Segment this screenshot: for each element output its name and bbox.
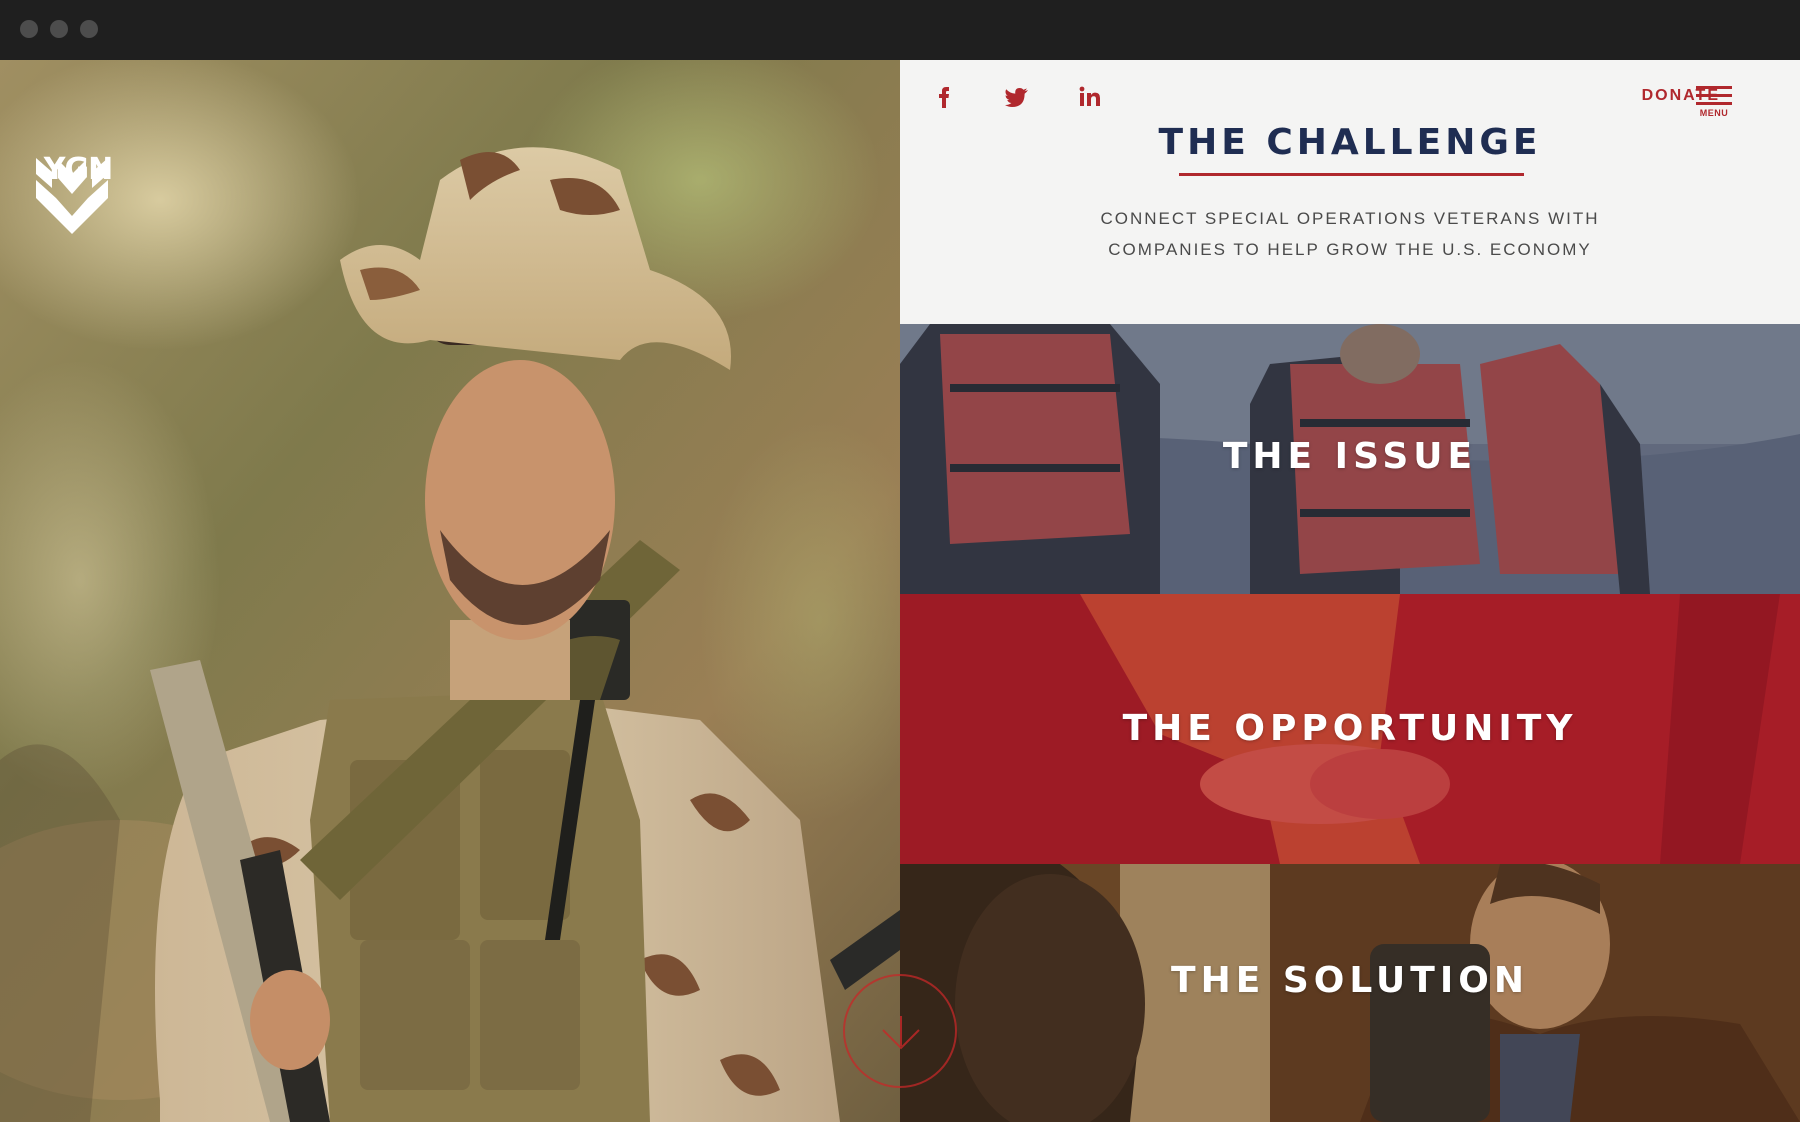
- tile-label-issue: THE ISSUE: [1222, 436, 1478, 477]
- linkedin-link[interactable]: [1075, 82, 1105, 112]
- ygn-logo[interactable]: YGN: [36, 154, 120, 272]
- window-maximize-button[interactable]: [80, 20, 98, 38]
- content-panel: DONATE MENU THE CHALLENGE CONNECT SPECIA…: [900, 60, 1800, 1122]
- title-underline: [1179, 173, 1524, 176]
- facebook-link[interactable]: [930, 82, 960, 112]
- menu-button[interactable]: MENU: [1696, 86, 1746, 126]
- tile-the-opportunity[interactable]: THE OPPORTUNITY: [900, 594, 1800, 864]
- soldier-photo: [0, 60, 900, 1122]
- facebook-icon: [939, 87, 949, 108]
- challenge-section: DONATE MENU THE CHALLENGE CONNECT SPECIA…: [900, 60, 1800, 324]
- twitter-link[interactable]: [1002, 82, 1032, 112]
- challenge-title: THE CHALLENGE: [1158, 122, 1542, 163]
- twitter-icon: [1005, 88, 1028, 107]
- challenge-subtitle: CONNECT SPECIAL OPERATIONS VETERANS WITH…: [900, 203, 1800, 265]
- menu-label: MENU: [1699, 108, 1729, 118]
- hamburger-bar: [1696, 94, 1732, 97]
- logo-chevron-icon: [36, 158, 108, 234]
- browser-window: YGN: [0, 0, 1800, 1122]
- browser-title-bar: [0, 0, 1800, 60]
- hamburger-icon: [1696, 86, 1732, 89]
- tile-the-issue[interactable]: THE ISSUE: [900, 324, 1800, 594]
- subtitle-line-1: CONNECT SPECIAL OPERATIONS VETERANS WITH: [1100, 209, 1600, 228]
- tile-label-opportunity: THE OPPORTUNITY: [1122, 708, 1578, 749]
- tile-the-solution[interactable]: THE SOLUTION: [900, 864, 1800, 1122]
- arrow-down-icon: [882, 1016, 920, 1050]
- window-minimize-button[interactable]: [50, 20, 68, 38]
- tile-label-solution: THE SOLUTION: [1171, 960, 1529, 1001]
- hamburger-bar: [1696, 102, 1732, 105]
- linkedin-icon: [1079, 86, 1100, 106]
- hero-image: YGN: [0, 60, 900, 1122]
- window-close-button[interactable]: [20, 20, 38, 38]
- subtitle-line-2: COMPANIES TO HELP GROW THE U.S. ECONOMY: [1108, 240, 1592, 259]
- scroll-down-button[interactable]: [843, 974, 957, 1088]
